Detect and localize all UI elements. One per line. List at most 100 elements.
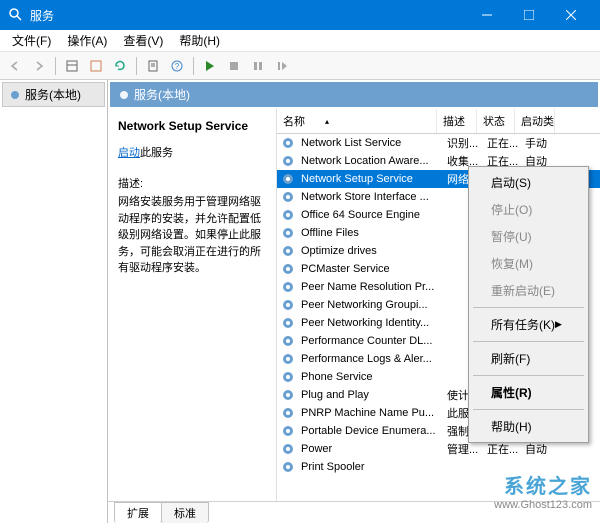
cell-name: PNRP Machine Name Pu... [297, 406, 443, 420]
maximize-button[interactable] [508, 0, 550, 30]
context-item[interactable]: 刷新(F) [471, 345, 586, 372]
tab-extended[interactable]: 扩展 [114, 502, 162, 523]
nav-pane: 服务(本地) [0, 80, 108, 523]
service-icon [281, 316, 295, 330]
main-header-label: 服务(本地) [134, 86, 190, 103]
service-icon [281, 280, 295, 294]
column-start[interactable]: 启动类 [515, 109, 555, 133]
cell-status: 正在... [483, 134, 521, 152]
back-button[interactable] [4, 55, 26, 77]
cell-name: Plug and Play [297, 388, 443, 402]
menu-action[interactable]: 操作(A) [59, 30, 115, 51]
context-item[interactable]: 所有任务(K)▶ [471, 311, 586, 338]
toolbar-separator [136, 57, 137, 75]
service-icon [281, 388, 295, 402]
detail-pane: Network Setup Service 启动此服务 描述: 网络安装服务用于… [108, 109, 276, 501]
toolbar-btn-2[interactable] [85, 55, 107, 77]
context-separator [473, 375, 584, 376]
list-header: 名称▴ 描述 状态 启动类 [277, 109, 600, 134]
service-icon [281, 244, 295, 258]
service-icon [281, 136, 295, 150]
service-icon [281, 460, 295, 474]
toolbar-btn-properties[interactable] [142, 55, 164, 77]
detail-desc: 网络安装服务用于管理网络驱动程序的安装，并允许配置低级别网络设置。如果停止此服务… [118, 194, 266, 277]
svg-text:?: ? [175, 62, 180, 71]
context-item[interactable]: 属性(R) [471, 379, 586, 406]
nav-root-label: 服务(本地) [25, 86, 81, 103]
table-row[interactable]: Print Spooler [277, 458, 600, 476]
service-icon [281, 208, 295, 222]
cell-name: Offline Files [297, 226, 443, 240]
service-icon [281, 154, 295, 168]
service-icon [281, 370, 295, 384]
service-icon [281, 406, 295, 420]
column-desc[interactable]: 描述 [437, 109, 477, 133]
gear-icon [9, 89, 21, 101]
cell-name: Performance Logs & Aler... [297, 352, 443, 366]
cell-status [483, 466, 521, 468]
menubar: 文件(F) 操作(A) 查看(V) 帮助(H) [0, 30, 600, 52]
sort-asc-icon: ▴ [325, 117, 329, 126]
cell-desc: 识别... [443, 134, 483, 152]
service-icon [281, 334, 295, 348]
toolbar-btn-help[interactable]: ? [166, 55, 188, 77]
cell-name: Network List Service [297, 136, 443, 150]
restart-button[interactable] [271, 55, 293, 77]
nav-root-item[interactable]: 服务(本地) [2, 82, 105, 107]
cell-name: Print Spooler [297, 460, 443, 474]
toolbar-btn-refresh[interactable] [109, 55, 131, 77]
cell-desc [443, 466, 483, 468]
menu-file[interactable]: 文件(F) [4, 30, 59, 51]
window-title: 服务 [30, 7, 466, 24]
cell-name: Network Location Aware... [297, 154, 443, 168]
start-button[interactable] [199, 55, 221, 77]
start-service-link[interactable]: 启动 [118, 147, 140, 159]
service-icon [281, 190, 295, 204]
cell-name: Peer Networking Groupi... [297, 298, 443, 312]
close-button[interactable] [550, 0, 592, 30]
column-status[interactable]: 状态 [477, 109, 515, 133]
view-tabs: 扩展 标准 [108, 501, 600, 523]
service-icon [281, 172, 295, 186]
context-item: 重新启动(E) [471, 277, 586, 304]
detail-title: Network Setup Service [118, 117, 266, 135]
toolbar-separator [193, 57, 194, 75]
service-icon [281, 262, 295, 276]
titlebar: 服务 [0, 0, 600, 30]
cell-start: 手动 [521, 134, 561, 152]
forward-button[interactable] [28, 55, 50, 77]
context-item[interactable]: 帮助(H) [471, 413, 586, 440]
context-item: 暂停(U) [471, 223, 586, 250]
cell-name: Peer Networking Identity... [297, 316, 443, 330]
menu-view[interactable]: 查看(V) [115, 30, 171, 51]
column-name[interactable]: 名称▴ [277, 109, 437, 133]
context-item: 停止(O) [471, 196, 586, 223]
service-icon [281, 226, 295, 240]
cell-name: Office 64 Source Engine [297, 208, 443, 222]
cell-name: Portable Device Enumera... [297, 424, 443, 438]
cell-name: Optimize drives [297, 244, 443, 258]
cell-name: Peer Name Resolution Pr... [297, 280, 443, 294]
toolbar-separator [55, 57, 56, 75]
cell-name: Power [297, 442, 443, 456]
cell-name: Performance Counter DL... [297, 334, 443, 348]
gear-icon [118, 89, 130, 101]
pause-button[interactable] [247, 55, 269, 77]
toolbar: ? [0, 52, 600, 80]
cell-name: Phone Service [297, 370, 443, 384]
main-header: 服务(本地) [110, 82, 598, 107]
table-row[interactable]: Network List Service识别...正在...手动 [277, 134, 600, 152]
menu-help[interactable]: 帮助(H) [171, 30, 228, 51]
context-item: 恢复(M) [471, 250, 586, 277]
cell-name: Network Store Interface ... [297, 190, 443, 204]
detail-action-suffix: 此服务 [140, 147, 173, 159]
detail-desc-label: 描述: [118, 176, 266, 193]
cell-start [521, 466, 561, 468]
toolbar-btn-1[interactable] [61, 55, 83, 77]
tab-standard[interactable]: 标准 [161, 502, 209, 523]
context-menu: 启动(S)停止(O)暂停(U)恢复(M)重新启动(E) 所有任务(K)▶ 刷新(F)… [468, 166, 589, 443]
stop-button[interactable] [223, 55, 245, 77]
context-item[interactable]: 启动(S) [471, 169, 586, 196]
minimize-button[interactable] [466, 0, 508, 30]
service-icon [281, 352, 295, 366]
